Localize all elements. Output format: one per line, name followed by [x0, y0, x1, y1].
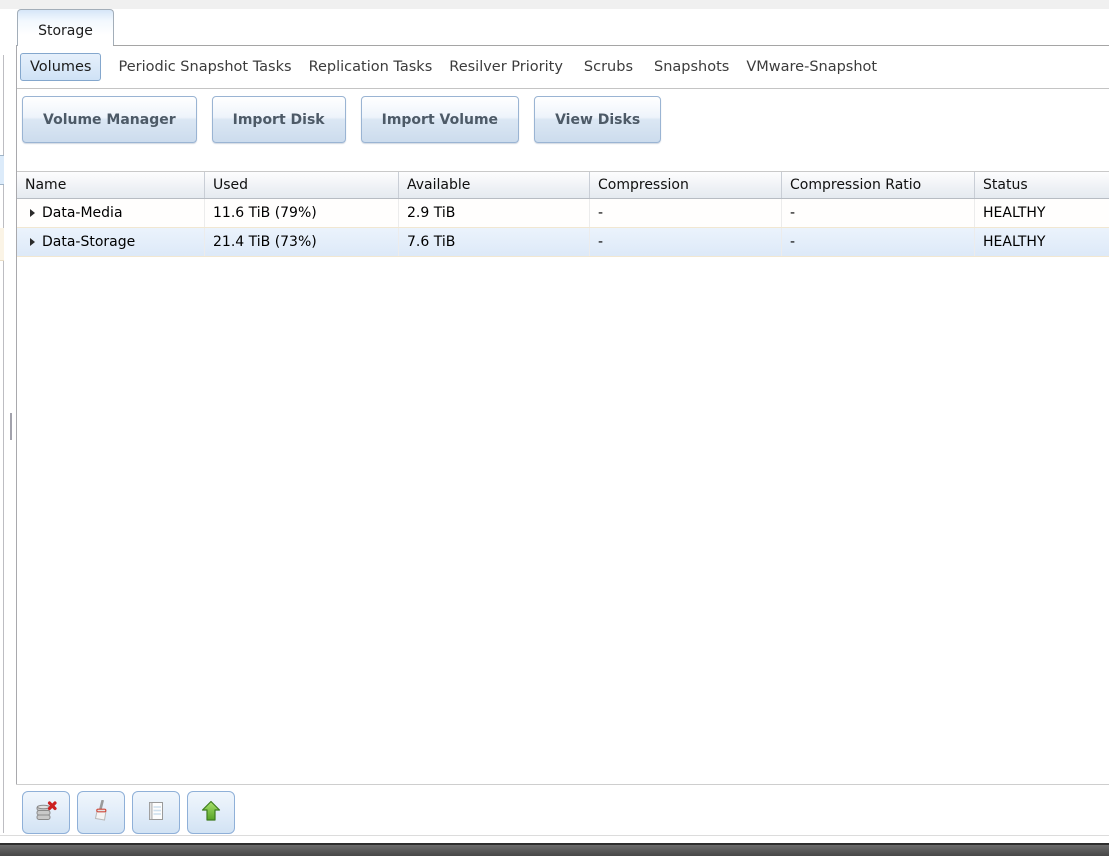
table-row-data-media[interactable]: Data-Media 11.6 TiB (79%) 2.9 TiB - - HE… [17, 199, 1109, 228]
storage-screen: Storage Volumes Periodic Snapshot Tasks … [0, 0, 1109, 856]
subtab-scrubs[interactable]: Scrubs [584, 59, 633, 75]
volume-available-cell: 7.6 TiB [399, 228, 590, 256]
volume-name: Data-Media [42, 205, 123, 221]
volumes-table: Name Used Available Compression Compress… [17, 171, 1109, 257]
subtab-resilver-priority[interactable]: Resilver Priority [449, 59, 563, 75]
volume-compression-cell: - [590, 228, 782, 256]
scrub-icon [90, 799, 112, 826]
scrub-volume-button[interactable] [77, 791, 125, 834]
volume-name: Data-Storage [42, 234, 136, 250]
subtab-periodic-snapshot-tasks[interactable]: Periodic Snapshot Tasks [118, 59, 291, 75]
volume-manager-button[interactable]: Volume Manager [22, 96, 197, 143]
volume-actions-toolbar: Volume Manager Import Disk Import Volume… [17, 89, 1109, 171]
volume-available-cell: 2.9 TiB [399, 199, 590, 227]
subtab-bar: Volumes Periodic Snapshot Tasks Replicat… [17, 46, 1109, 89]
subtab-snapshots[interactable]: Snapshots [654, 59, 729, 75]
detach-volume-button[interactable] [22, 791, 70, 834]
bottom-dark-bar [0, 843, 1109, 856]
left-panel-sliver-tan [0, 228, 4, 261]
column-header-name[interactable]: Name [17, 172, 205, 198]
top-strip [0, 0, 1109, 9]
footer-toolbar [16, 784, 1109, 835]
subtab-volumes[interactable]: Volumes [20, 53, 102, 81]
column-header-available[interactable]: Available [399, 172, 590, 198]
column-header-used[interactable]: Used [205, 172, 399, 198]
volume-name-cell: Data-Media [17, 199, 205, 227]
upgrade-icon [200, 800, 222, 826]
volume-compression-ratio-cell: - [782, 199, 975, 227]
row-expand-icon[interactable] [30, 209, 35, 217]
volume-status-button[interactable] [132, 791, 180, 834]
column-header-compression[interactable]: Compression [590, 172, 782, 198]
volumes-table-header: Name Used Available Compression Compress… [17, 171, 1109, 199]
tab-storage[interactable]: Storage [17, 9, 114, 46]
content-bottom-divider [0, 835, 1109, 836]
volume-name-cell: Data-Storage [17, 228, 205, 256]
table-row-data-storage[interactable]: Data-Storage 21.4 TiB (73%) 7.6 TiB - - … [17, 228, 1109, 257]
volume-compression-cell: - [590, 199, 782, 227]
volume-status-icon [145, 800, 167, 826]
panel-splitter-handle[interactable] [10, 413, 12, 440]
detach-volume-icon [35, 800, 57, 826]
volume-used-cell: 11.6 TiB (79%) [205, 199, 399, 227]
tab-storage-label: Storage [38, 23, 93, 39]
view-disks-button[interactable]: View Disks [534, 96, 662, 143]
import-volume-button[interactable]: Import Volume [360, 96, 520, 143]
subtab-vmware-snapshot[interactable]: VMware-Snapshot [746, 59, 877, 75]
volume-used-cell: 21.4 TiB (73%) [205, 228, 399, 256]
volume-status-cell: HEALTHY [983, 234, 1046, 250]
left-panel-sliver-blue [0, 155, 4, 185]
subtab-replication-tasks[interactable]: Replication Tasks [309, 59, 433, 75]
volume-status-cell: HEALTHY [983, 205, 1046, 221]
column-header-status[interactable]: Status [975, 172, 1109, 198]
column-header-compression-ratio[interactable]: Compression Ratio [782, 172, 975, 198]
row-expand-icon[interactable] [30, 238, 35, 246]
volume-compression-ratio-cell: - [782, 228, 975, 256]
import-disk-button[interactable]: Import Disk [211, 96, 346, 143]
upgrade-volume-button[interactable] [187, 791, 235, 834]
